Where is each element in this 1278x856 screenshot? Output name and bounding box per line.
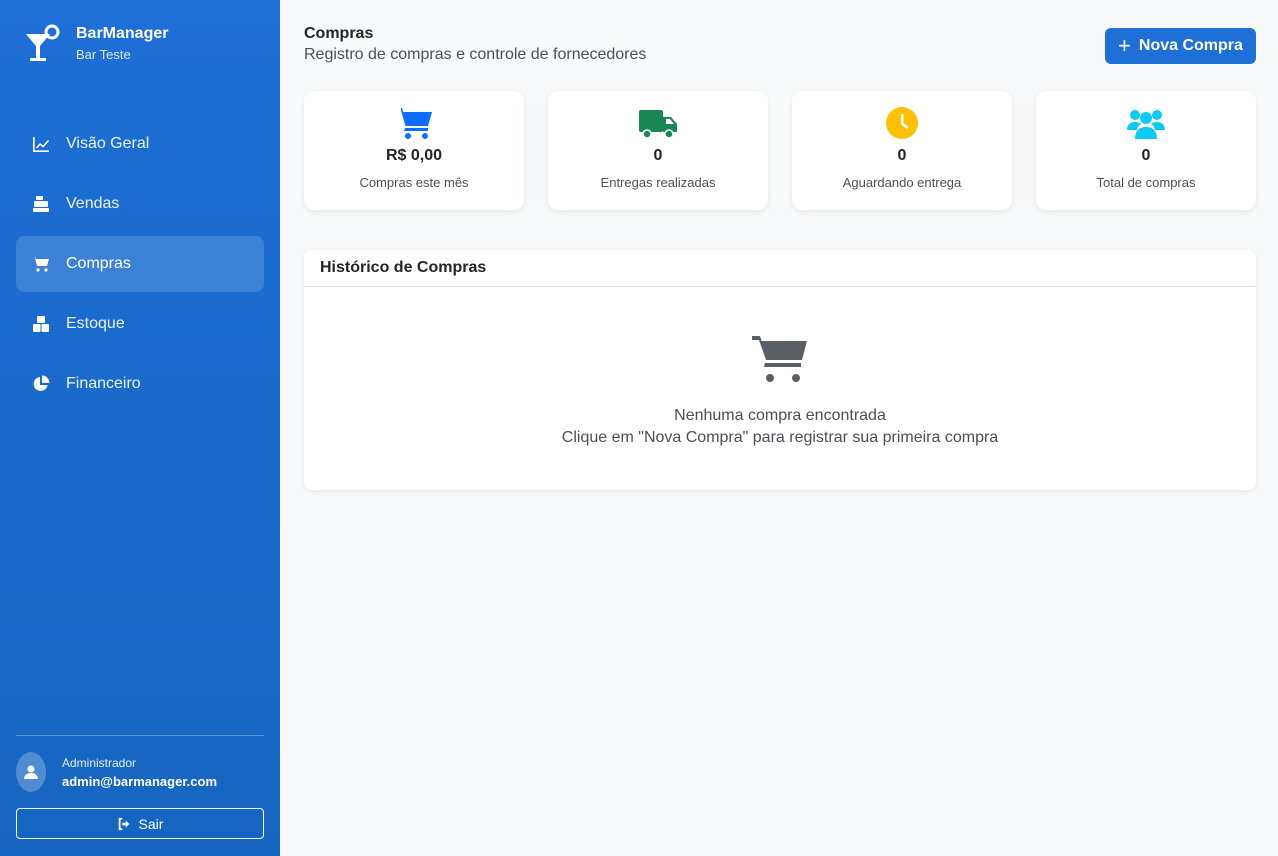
user-role: Administrador <box>62 755 137 770</box>
truck-icon <box>638 105 678 141</box>
cart-icon <box>32 255 50 273</box>
stat-value: R$ 0,00 <box>385 147 443 164</box>
sidebar-item-label: Financeiro <box>66 375 141 392</box>
stat-label: Entregas realizadas <box>600 175 716 190</box>
sign-out-icon <box>118 817 129 830</box>
plus-icon: + <box>1118 33 1131 58</box>
clock-icon <box>882 105 922 141</box>
sidebar-item-financeiro[interactable]: Financeiro <box>16 356 264 412</box>
empty-state: Nenhuma compra encontrada Clique em "Nov… <box>304 334 1256 447</box>
sidebar-item-label: Visão Geral <box>66 135 150 152</box>
brand-subtitle: Bar Teste <box>76 47 131 62</box>
sidebar: BarManager Bar Teste Visão Geral Vendas … <box>0 0 280 856</box>
pie-chart-icon <box>32 375 50 393</box>
sidebar-item-vendas[interactable]: Vendas <box>16 176 264 232</box>
users-icon <box>1126 105 1166 141</box>
new-purchase-button[interactable]: + Nova Compra <box>1105 28 1256 64</box>
stat-card-total-purchases: 0 Total de compras <box>1036 91 1256 210</box>
sidebar-item-compras[interactable]: Compras <box>16 236 264 292</box>
user-icon <box>24 765 38 779</box>
stat-label: Compras este mês <box>359 175 469 190</box>
stat-value: 0 <box>897 147 907 164</box>
cart-icon <box>752 336 807 382</box>
sidebar-item-label: Vendas <box>66 195 120 212</box>
page-title: Compras <box>304 25 374 42</box>
user-email: admin@barmanager.com <box>62 773 218 789</box>
user-info: Administrador admin@barmanager.com <box>16 752 217 792</box>
new-purchase-label: Nova Compra <box>1138 37 1243 54</box>
stat-card-monthly-purchases: R$ 0,00 Compras este mês <box>304 91 524 210</box>
avatar <box>16 752 46 792</box>
logout-label: Sair <box>138 815 164 832</box>
sidebar-item-label: Compras <box>66 255 131 272</box>
cocktail-icon <box>26 24 60 61</box>
sidebar-divider <box>16 735 264 736</box>
cash-register-icon <box>32 195 50 213</box>
purchase-history-card: Histórico de Compras Nenhuma compra enco… <box>304 250 1256 490</box>
stat-label: Aguardando entrega <box>842 175 962 190</box>
sidebar-item-label: Estoque <box>66 315 125 332</box>
empty-state-subtitle: Clique em "Nova Compra" para registrar s… <box>561 429 999 446</box>
sidebar-item-visao-geral[interactable]: Visão Geral <box>16 116 264 172</box>
cart-icon <box>394 105 434 141</box>
sidebar-nav: Visão Geral Vendas Compras Estoque Finan… <box>16 116 264 416</box>
stat-card-deliveries: 0 Entregas realizadas <box>548 91 768 210</box>
main-content: Compras Registro de compras e controle d… <box>280 0 1278 856</box>
sidebar-item-estoque[interactable]: Estoque <box>16 296 264 352</box>
stat-label: Total de compras <box>1096 175 1196 190</box>
empty-state-title: Nenhuma compra encontrada <box>674 407 886 424</box>
purchase-history-title: Histórico de Compras <box>304 250 1256 287</box>
chart-line-icon <box>32 135 50 153</box>
page-subtitle: Registro de compras e controle de fornec… <box>304 46 647 63</box>
boxes-icon <box>32 315 50 333</box>
brand-title: BarManager <box>76 25 169 42</box>
stat-card-awaiting-delivery: 0 Aguardando entrega <box>792 91 1012 210</box>
stat-value: 0 <box>1141 147 1151 164</box>
brand: BarManager Bar Teste <box>24 24 168 64</box>
logout-button[interactable]: Sair <box>16 808 264 839</box>
stat-value: 0 <box>653 147 663 164</box>
